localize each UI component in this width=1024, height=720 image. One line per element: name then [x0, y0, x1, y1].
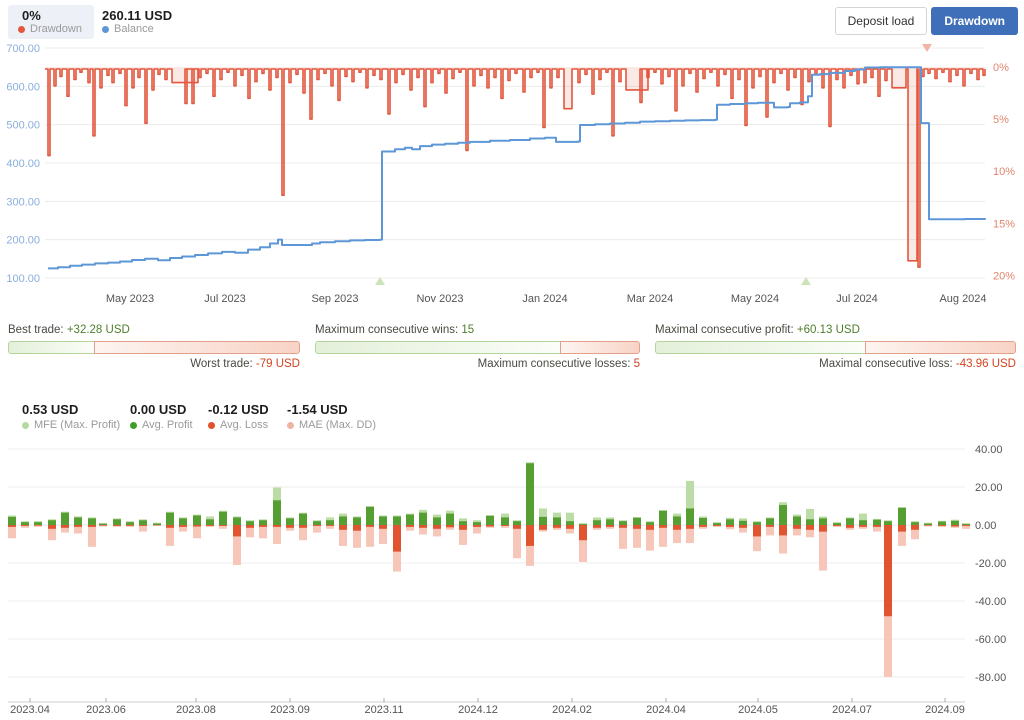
balance-dot-icon: [102, 26, 109, 33]
svg-text:2024.04: 2024.04: [646, 704, 686, 715]
svg-text:Mar 2024: Mar 2024: [627, 293, 673, 305]
svg-text:600.00: 600.00: [6, 81, 40, 93]
profit-loss-gauge-bar: [655, 341, 1016, 354]
svg-text:-80.00: -80.00: [975, 672, 1006, 684]
mfe-value: 0.53 USD: [22, 402, 120, 417]
drawdown-button[interactable]: Drawdown: [931, 7, 1018, 35]
consecutive-profit-gauge: Maximal consecutive profit: +60.13 USD M…: [655, 324, 1016, 380]
balance-value: 260.11 USD: [102, 8, 172, 23]
svg-text:0.00: 0.00: [975, 520, 996, 532]
gauge-red-segment: [94, 341, 300, 354]
mfe-dot-icon: [22, 422, 29, 429]
avg-profit-value: 0.00 USD: [130, 402, 193, 417]
svg-text:20%: 20%: [993, 270, 1015, 282]
mae-value: -1.54 USD: [287, 402, 376, 417]
mae-stat: -1.54 USD MAE (Max. DD): [287, 402, 376, 431]
drawdown-legend[interactable]: Drawdown: [18, 23, 82, 35]
balance-drawdown-chart-canvas: 700.00 600.00 500.00 400.00 300.00 200.00 100.…: [0, 40, 1024, 312]
drawdown-percent-value: 0%: [22, 8, 41, 23]
max-consec-loss-label: Maximal consecutive loss:: [819, 358, 953, 370]
svg-text:2023.08: 2023.08: [176, 704, 216, 715]
avg-loss-stat: -0.12 USD Avg. Loss: [208, 402, 269, 431]
weekly-profit-loss-chart-canvas: 40.00 20.00 0.00 -20.00 -40.00 -60.00 -80.00 20…: [0, 436, 1024, 715]
svg-text:-20.00: -20.00: [975, 558, 1006, 570]
mfe-stat: 0.53 USD MFE (Max. Profit): [22, 402, 120, 431]
gauge-red-segment: [865, 341, 1016, 354]
max-losses-label: Maximum consecutive losses:: [478, 358, 631, 370]
svg-text:2024.02: 2024.02: [552, 704, 592, 715]
svg-text:15%: 15%: [993, 218, 1015, 230]
svg-text:2024.07: 2024.07: [832, 704, 872, 715]
balance-drawdown-chart[interactable]: 700.00 600.00 500.00 400.00 300.00 200.00 100.…: [0, 40, 1024, 312]
best-trade-label: Best trade:: [8, 324, 64, 336]
avg-profit-stat: 0.00 USD Avg. Profit: [130, 402, 193, 431]
mae-dot-icon: [287, 422, 294, 429]
svg-text:2024.05: 2024.05: [738, 704, 778, 715]
svg-text:400.00: 400.00: [6, 158, 40, 170]
mae-label: MAE (Max. DD): [299, 419, 376, 431]
worst-trade-value: -79 USD: [256, 358, 300, 370]
balance-legend[interactable]: Balance: [102, 23, 154, 35]
avg-loss-dot-icon: [208, 422, 215, 429]
svg-text:2023.11: 2023.11: [365, 704, 404, 715]
avg-loss-value: -0.12 USD: [208, 402, 269, 417]
svg-text:5%: 5%: [993, 114, 1009, 126]
gauge-green-segment: [8, 341, 94, 354]
svg-text:2023.04: 2023.04: [10, 704, 50, 715]
svg-text:100.00: 100.00: [6, 273, 40, 285]
svg-text:10%: 10%: [993, 166, 1015, 178]
gauge-red-segment: [560, 341, 640, 354]
svg-text:500.00: 500.00: [6, 120, 40, 132]
max-consec-loss-value: -43.96 USD: [956, 358, 1016, 370]
best-worst-trade-gauge: Best trade: +32.28 USD Worst trade: -79 …: [8, 324, 300, 380]
svg-text:May 2024: May 2024: [731, 293, 779, 305]
svg-text:-60.00: -60.00: [975, 634, 1006, 646]
mfe-label: MFE (Max. Profit): [34, 419, 120, 431]
svg-text:2023.09: 2023.09: [270, 704, 310, 715]
max-consec-profit-label: Maximal consecutive profit:: [655, 324, 794, 336]
wins-losses-gauge-bar: [315, 341, 640, 354]
svg-text:Aug 2024: Aug 2024: [939, 293, 986, 305]
svg-text:0%: 0%: [993, 62, 1009, 74]
svg-text:2024.12: 2024.12: [458, 704, 498, 715]
gauge-green-segment: [655, 341, 865, 354]
max-consec-profit-value: +60.13 USD: [797, 324, 860, 336]
svg-text:Jul 2023: Jul 2023: [204, 293, 246, 305]
svg-text:Jul 2024: Jul 2024: [836, 293, 878, 305]
gauge-green-segment: [315, 341, 560, 354]
svg-text:Nov 2023: Nov 2023: [416, 293, 463, 305]
svg-text:40.00: 40.00: [975, 444, 1003, 456]
weekly-profit-loss-chart[interactable]: 40.00 20.00 0.00 -20.00 -40.00 -60.00 -80.00 20…: [0, 436, 1024, 715]
max-wins-label: Maximum consecutive wins:: [315, 324, 458, 336]
svg-text:2024.09: 2024.09: [925, 704, 965, 715]
svg-text:700.00: 700.00: [6, 43, 40, 55]
max-losses-value: 5: [634, 358, 640, 370]
best-worst-gauge-bar: [8, 341, 300, 354]
drawdown-legend-label: Drawdown: [30, 23, 82, 35]
balance-legend-label: Balance: [114, 23, 154, 35]
svg-text:May 2023: May 2023: [106, 293, 154, 305]
avg-loss-label: Avg. Loss: [220, 419, 268, 431]
svg-text:2023.06: 2023.06: [86, 704, 126, 715]
svg-text:300.00: 300.00: [6, 196, 40, 208]
best-trade-value: +32.28 USD: [67, 324, 130, 336]
svg-text:200.00: 200.00: [6, 235, 40, 247]
svg-text:-40.00: -40.00: [975, 596, 1006, 608]
avg-profit-label: Avg. Profit: [142, 419, 193, 431]
svg-text:Jan 2024: Jan 2024: [522, 293, 567, 305]
drawdown-dot-icon: [18, 26, 25, 33]
svg-text:Sep 2023: Sep 2023: [311, 293, 358, 305]
svg-text:20.00: 20.00: [975, 482, 1003, 494]
worst-trade-label: Worst trade:: [190, 358, 252, 370]
max-wins-value: 15: [461, 324, 474, 336]
avg-profit-dot-icon: [130, 422, 137, 429]
consecutive-wins-gauge: Maximum consecutive wins: 15 Maximum con…: [315, 324, 640, 380]
deposit-load-button[interactable]: Deposit load: [835, 7, 928, 35]
